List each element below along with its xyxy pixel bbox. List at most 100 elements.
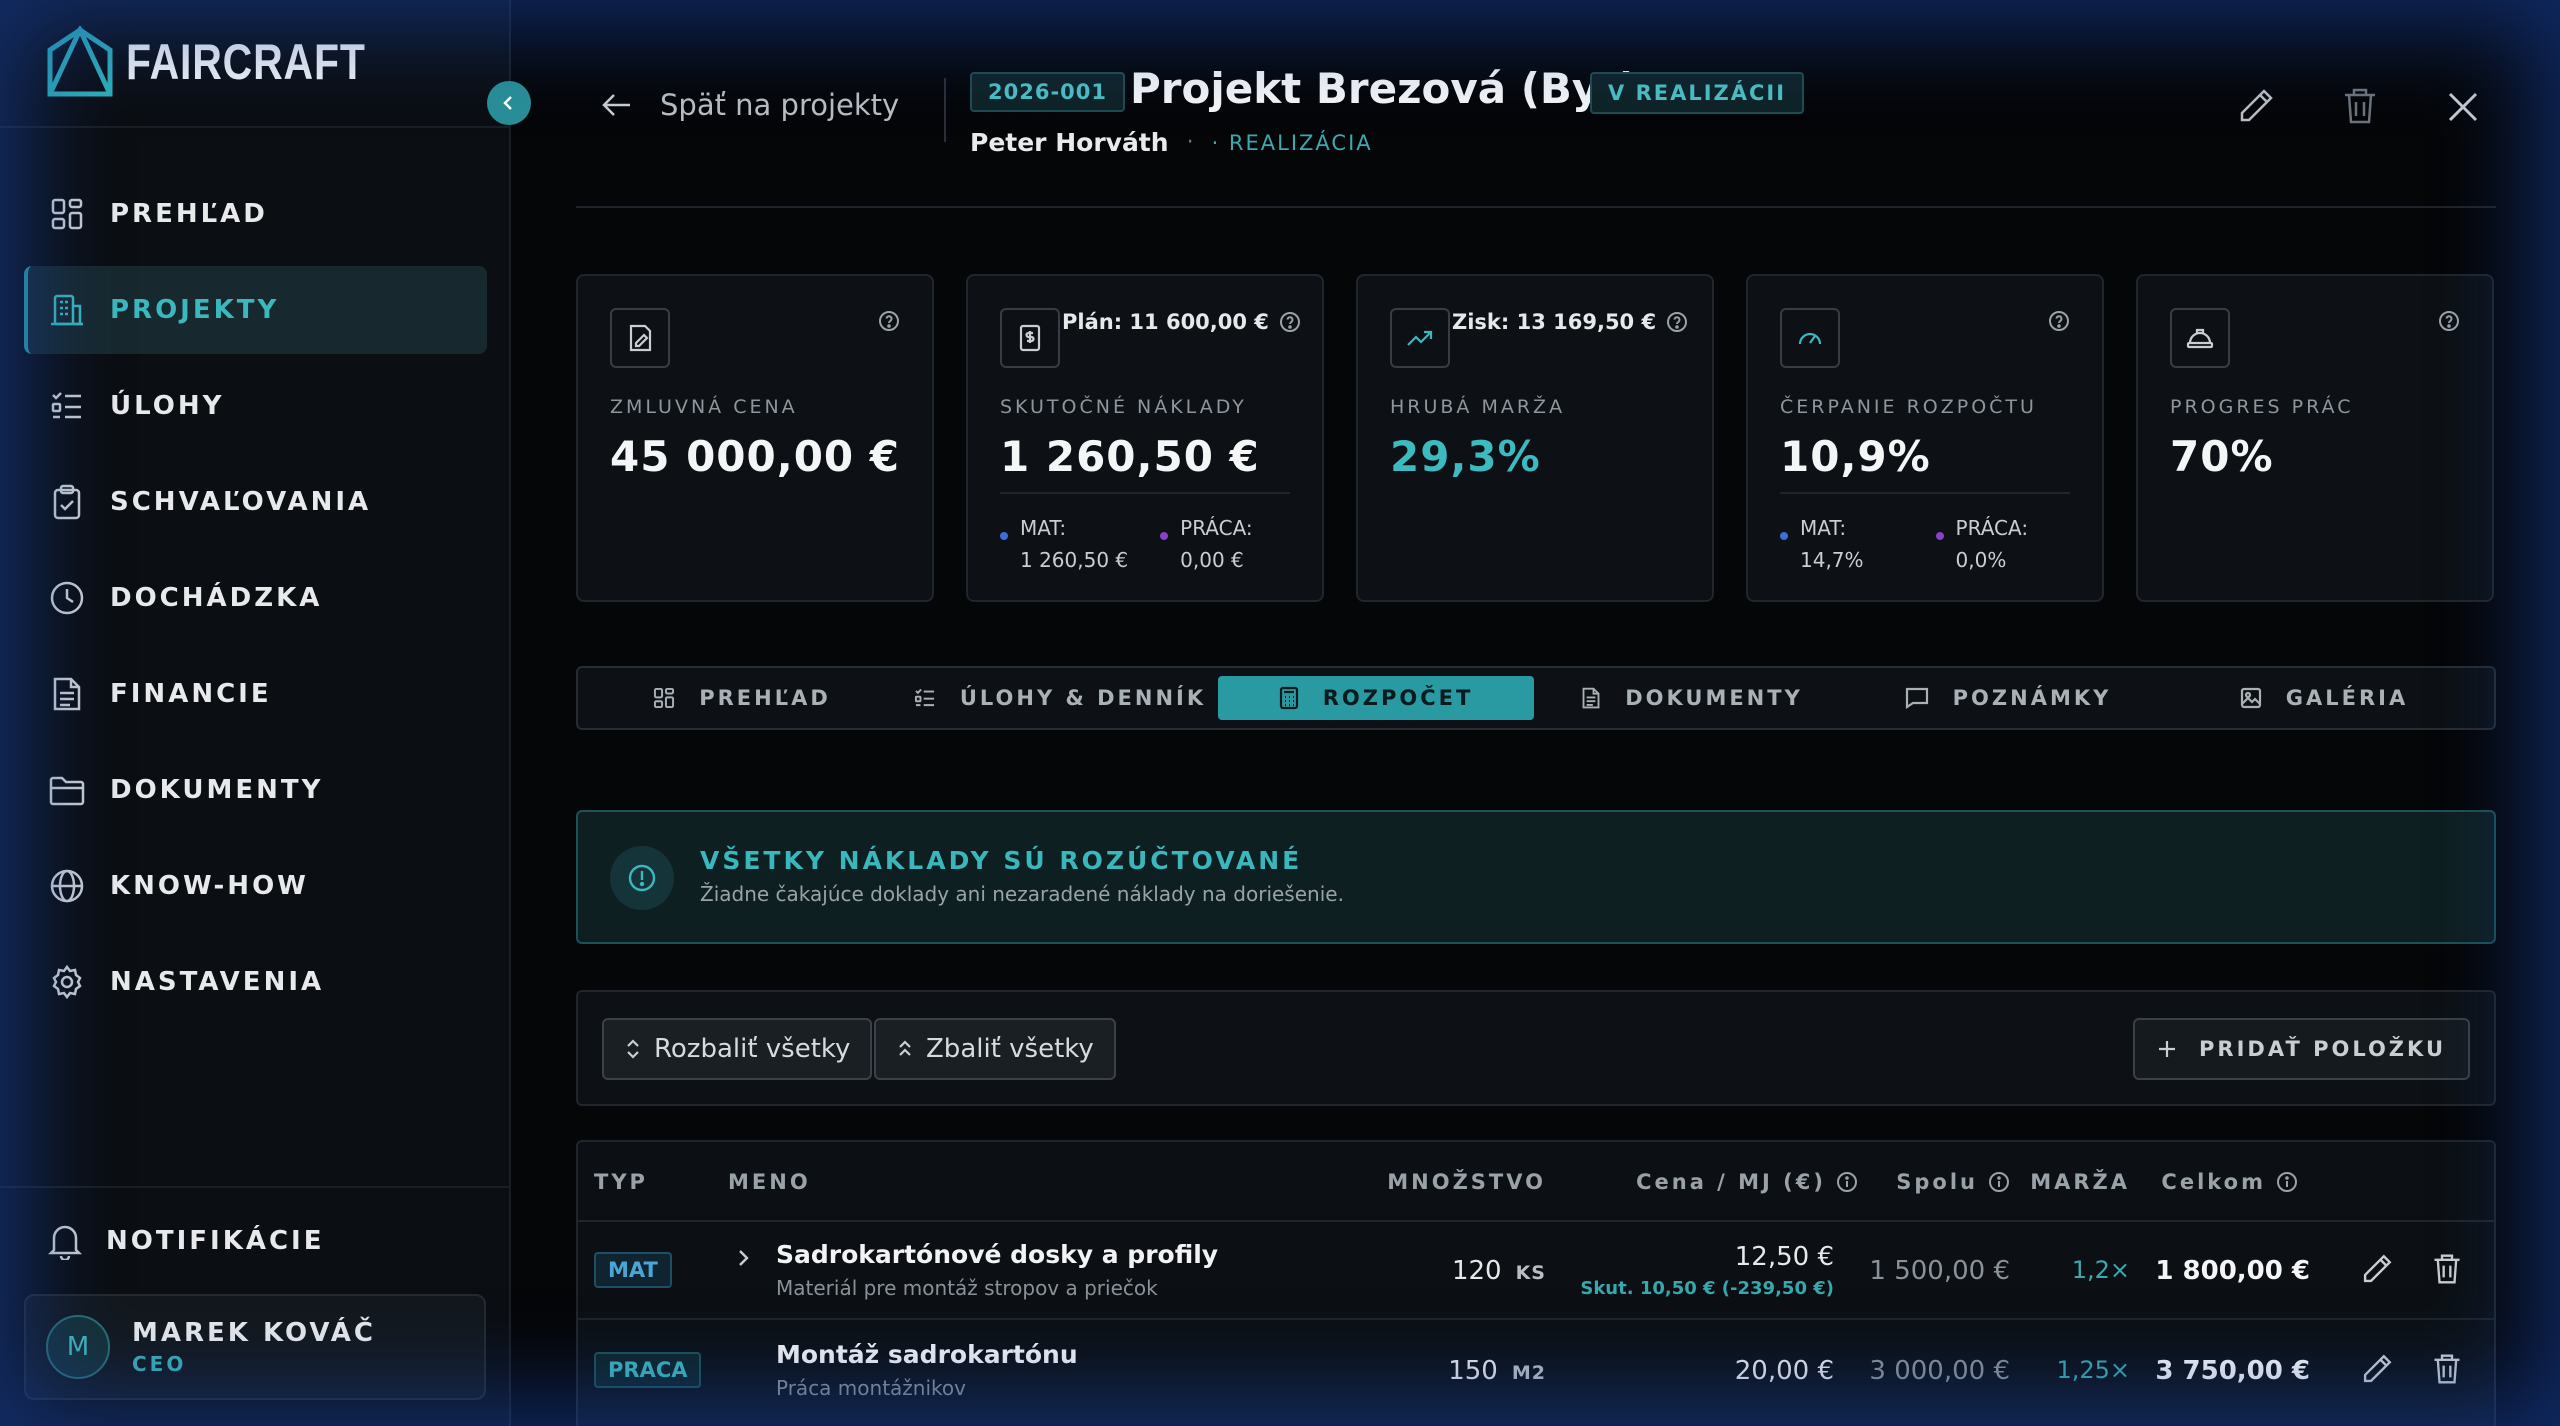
quantity-value: 120	[1451, 1256, 1502, 1286]
sidebar: FAIRCRAFT PREHĽAD PROJEKTY ÚLOHY SCHVAĽO…	[0, 0, 511, 1426]
kpi-value: 45 000,00 €	[610, 432, 900, 481]
help-icon[interactable]	[2438, 310, 2460, 336]
checklist-icon	[914, 688, 934, 707]
praca-label: PRÁCA:	[1955, 516, 2029, 540]
expand-row-button[interactable]	[734, 1246, 752, 1274]
kpi-profit: Zisk: 13 169,50 €	[1452, 310, 1688, 334]
sidebar-item-dokumenty[interactable]: DOKUMENTY	[24, 746, 487, 834]
sidebar-item-dochadzka[interactable]: DOCHÁDZKA	[24, 554, 487, 642]
kpi-work-progress: PROGRES PRÁC 70%	[2136, 274, 2494, 602]
kpi-title: ZMLUVNÁ CENA	[610, 396, 798, 418]
sidebar-item-label: ÚLOHY	[110, 391, 225, 421]
tab-poznamky[interactable]: POZNÁMKY	[1850, 676, 2166, 720]
sidebar-item-nastavenia[interactable]: NASTAVENIA	[24, 938, 487, 1026]
help-icon[interactable]	[2048, 310, 2070, 336]
budget-table: TYP MENO MNOŽSTVO Cena / MJ (€) Spolu MA…	[576, 1140, 2496, 1426]
expand-all-label: Rozbaliť všetky	[654, 1034, 851, 1064]
budget-toolbar: Rozbaliť všetky Zbaliť všetky PRIDAŤ POL…	[576, 990, 2496, 1106]
item-name: Sadrokartónové dosky a profily	[776, 1240, 1219, 1269]
help-icon[interactable]	[878, 310, 900, 336]
col-cena-label: Cena / MJ (€)	[1636, 1170, 1826, 1194]
trash-icon	[2345, 88, 2375, 124]
item-quantity: 150 M2	[1448, 1356, 1546, 1386]
tab-label: GALÉRIA	[2285, 686, 2409, 710]
mat-split: MAT: 14,7%	[1780, 512, 1864, 576]
dollar-document-icon	[1000, 308, 1060, 368]
tab-ulohy-dennik[interactable]: ÚLOHY & DENNÍK	[902, 676, 1218, 720]
sidebar-item-prehlad[interactable]: PREHĽAD	[24, 170, 487, 258]
edit-project-button[interactable]	[2236, 86, 2276, 130]
project-subtitle: Peter Horváth · · REALIZÁCIA	[970, 128, 1373, 157]
plan-value: Plán: 11 600,00 €	[1062, 310, 1269, 334]
gauge-icon	[1780, 308, 1840, 368]
tab-rozpocet[interactable]: ROZPOČET	[1218, 676, 1534, 720]
sidebar-collapse-button[interactable]	[487, 81, 531, 125]
info-icon[interactable]	[1836, 1171, 1858, 1193]
tab-galeria[interactable]: GALÉRIA	[2166, 676, 2482, 720]
praca-dot	[1160, 532, 1169, 540]
budget-split: MAT: 14,7% PRÁCA: 0,0%	[1780, 512, 2028, 576]
sidebar-item-label: PREHĽAD	[110, 199, 268, 229]
hard-hat-icon	[2170, 308, 2230, 368]
info-icon[interactable]	[2276, 1171, 2298, 1193]
edit-row-button[interactable]	[2360, 1252, 2394, 1290]
kpi-contract-price: ZMLUVNÁ CENA 45 000,00 €	[576, 274, 934, 602]
tab-label: ÚLOHY & DENNÍK	[959, 686, 1207, 710]
pencil-icon	[2240, 89, 2273, 122]
close-icon	[2448, 92, 2478, 122]
table-row[interactable]: MAT Sadrokartónové dosky a profily Mater…	[578, 1222, 2494, 1320]
sidebar-item-schvalovania[interactable]: SCHVAĽOVANIA	[24, 458, 487, 546]
delete-row-button[interactable]	[2432, 1352, 2462, 1390]
notifications-button[interactable]: NOTIFIKÁCIE	[48, 1222, 325, 1260]
user-card[interactable]: M MAREK KOVÁČ CEO	[24, 1294, 486, 1400]
tab-label: PREHĽAD	[699, 686, 831, 710]
add-item-label: PRIDAŤ POLOŽKU	[2199, 1037, 2446, 1061]
type-badge: MAT	[594, 1252, 672, 1288]
sidebar-item-knowhow[interactable]: KNOW-HOW	[24, 842, 487, 930]
kpi-title: PROGRES PRÁC	[2170, 396, 2354, 418]
delete-project-button[interactable]	[2342, 86, 2378, 130]
col-marza: MARŽA	[2030, 1170, 2130, 1194]
contract-edit-icon	[610, 308, 670, 368]
back-button[interactable]: Späť na projekty	[600, 88, 899, 122]
mat-split: MAT: 1 260,50 €	[1000, 512, 1128, 576]
help-icon[interactable]	[1666, 311, 1688, 333]
info-icon[interactable]	[1988, 1171, 2010, 1193]
back-label: Späť na projekty	[660, 88, 900, 122]
logo[interactable]: FAIRCRAFT	[46, 26, 418, 98]
unit-price: 20,00 €	[1734, 1356, 1834, 1386]
tab-dokumenty[interactable]: DOKUMENTY	[1534, 676, 1850, 720]
sidebar-item-financie[interactable]: FINANCIE	[24, 650, 487, 738]
table-row[interactable]: PRACA Montáž sadrokartónu Práca montážni…	[578, 1322, 2494, 1420]
kpi-budget-usage: ČERPANIE ROZPOČTU 10,9% MAT: 14,7% PRÁCA:…	[1746, 274, 2104, 602]
expand-all-button[interactable]: Rozbaliť všetky	[602, 1018, 873, 1080]
item-margin: 1,2×	[2071, 1256, 2130, 1284]
edit-row-button[interactable]	[2360, 1352, 2394, 1390]
mat-label: MAT:	[1800, 516, 1847, 540]
sidebar-item-projekty[interactable]: PROJEKTY	[24, 266, 487, 354]
mat-label: MAT:	[1020, 516, 1067, 540]
mat-value: 14,7%	[1800, 548, 1864, 572]
help-icon[interactable]	[1279, 311, 1301, 333]
tab-prehlad[interactable]: PREHĽAD	[582, 676, 902, 720]
costs-allocated-notice: VŠETKY NÁKLADY SÚ ROZÚČTOVANÉ Žiadne čak…	[576, 810, 2496, 944]
quantity-unit: M2	[1511, 1362, 1546, 1384]
kpi-title: HRUBÁ MARŽA	[1390, 396, 1566, 418]
cost-split: MAT: 1 260,50 € PRÁCA: 0,00 €	[1000, 512, 1253, 576]
item-description: Materiál pre montáž stropov a priečok	[776, 1276, 1158, 1300]
sidebar-divider	[0, 126, 509, 128]
add-item-button[interactable]: PRIDAŤ POLOŽKU	[2133, 1018, 2470, 1080]
document-icon	[48, 675, 86, 713]
sidebar-item-label: PROJEKTY	[110, 295, 280, 325]
delete-row-button[interactable]	[2432, 1252, 2462, 1290]
pencil-icon	[2363, 1354, 2392, 1383]
praca-value: 0,00 €	[1180, 548, 1244, 572]
sidebar-item-ulohy[interactable]: ÚLOHY	[24, 362, 487, 450]
close-button[interactable]	[2446, 90, 2480, 128]
sidebar-item-label: DOKUMENTY	[110, 775, 324, 805]
collapse-all-button[interactable]: Zbaliť všetky	[874, 1018, 1116, 1080]
checklist-icon	[48, 387, 86, 425]
item-name: Montáž sadrokartónu	[776, 1340, 1078, 1369]
kpi-value: 10,9%	[1780, 432, 1931, 481]
col-celkom-label: Celkom	[2161, 1170, 2266, 1194]
